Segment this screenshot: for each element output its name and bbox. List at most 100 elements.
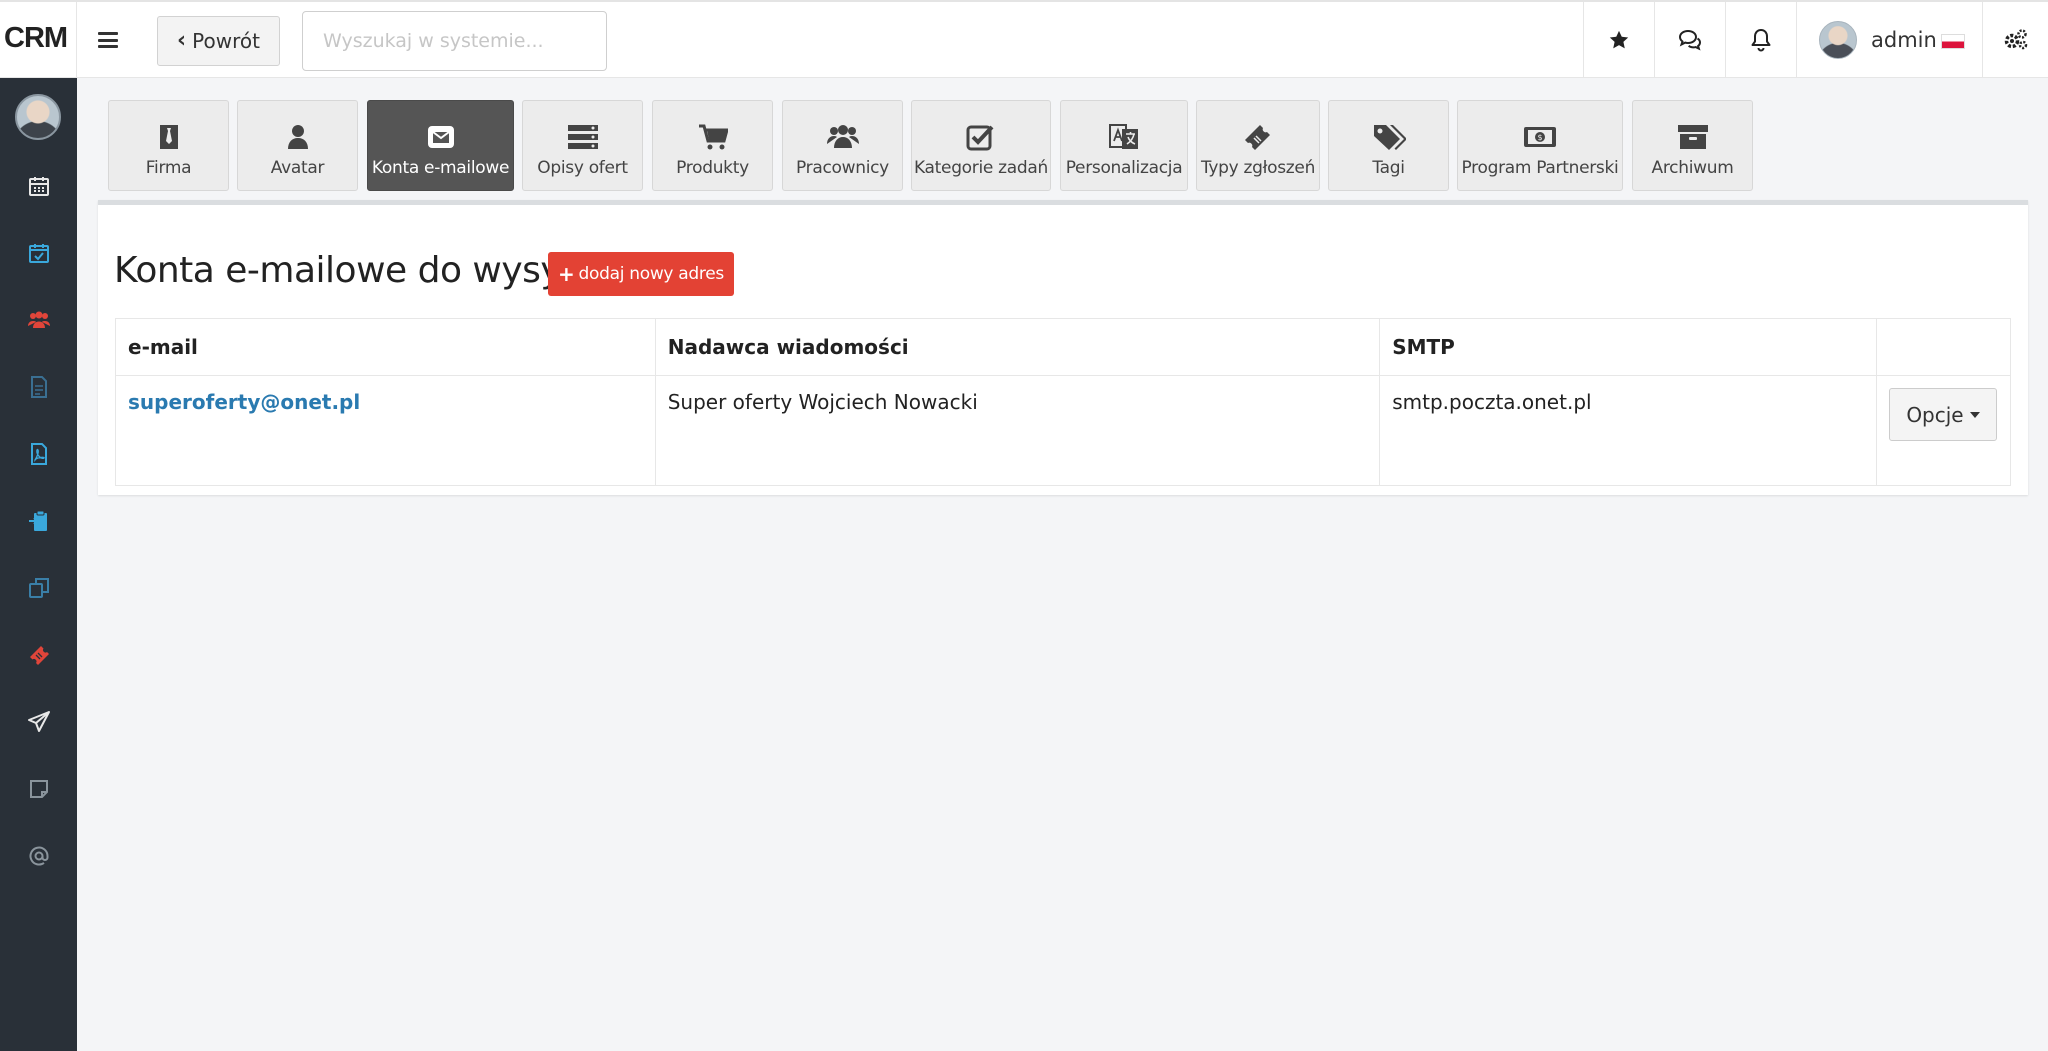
tab-pracownicy[interactable]: Pracownicy <box>782 100 903 191</box>
back-button-label: Powrót <box>192 29 260 53</box>
favorites-button[interactable] <box>1583 2 1654 78</box>
tab-label: Pracownicy <box>796 158 889 178</box>
sidebar-item-email[interactable] <box>0 836 77 876</box>
back-button[interactable]: ‹ Powrót <box>157 16 280 66</box>
plus-icon: + <box>558 262 575 286</box>
tags-icon <box>1373 125 1406 150</box>
caret-down-icon <box>1969 411 1980 418</box>
column-header-actions <box>1875 318 2012 376</box>
sidebar <box>0 78 77 1051</box>
tab-opisy-ofert[interactable]: Opisy ofert <box>522 100 643 191</box>
sidebar-item-calendar[interactable] <box>0 166 77 206</box>
notifications-button[interactable] <box>1725 2 1796 78</box>
sidebar-avatar[interactable] <box>15 94 61 140</box>
table-row: superoferty@onet.pl Super oferty Wojciec… <box>115 375 2012 486</box>
bell-icon <box>1751 29 1771 52</box>
svg-text:$: $ <box>1537 133 1542 142</box>
paper-plane-icon <box>27 711 50 732</box>
tab-program-partnerski[interactable]: $ Program Partnerski <box>1457 100 1623 191</box>
sender-cell: Super oferty Wojciech Nowacki <box>654 375 1381 486</box>
sidebar-item-clients[interactable] <box>0 300 77 340</box>
star-icon <box>1609 30 1629 49</box>
actions-cell: Opcje <box>1875 375 2012 486</box>
tab-label: Tagi <box>1372 158 1405 178</box>
column-header-sender: Nadawca wiadomości <box>654 318 1381 376</box>
tab-personalizacja[interactable]: Personalizacja <box>1060 100 1188 191</box>
tab-label: Produkty <box>676 158 749 178</box>
messages-button[interactable] <box>1654 2 1725 78</box>
translate-icon <box>1109 124 1138 149</box>
add-address-button[interactable]: + dodaj nowy adres <box>548 252 734 296</box>
sidebar-item-copies[interactable] <box>0 568 77 608</box>
clipboard-icon <box>28 510 47 531</box>
tab-label: Konta e-mailowe <box>371 158 510 178</box>
top-bar: CRM ‹ Powrót admin <box>0 0 2048 78</box>
table-header-row: e-mail Nadawca wiadomości SMTP <box>115 318 2012 376</box>
sidebar-item-documents[interactable] <box>0 367 77 407</box>
tab-tagi[interactable]: Tagi <box>1328 100 1449 191</box>
server-icon <box>567 125 598 149</box>
page-title: Konta e-mailowe do wysyłki <box>114 250 601 291</box>
tab-avatar[interactable]: Avatar <box>237 100 358 191</box>
settings-button[interactable] <box>1982 2 2048 78</box>
email-link[interactable]: superoferty@onet.pl <box>128 390 360 414</box>
flag-pl-icon <box>1940 33 1965 49</box>
sidebar-item-tasks[interactable] <box>0 233 77 273</box>
menu-toggle-icon[interactable] <box>98 32 118 48</box>
money-icon: $ <box>1524 127 1556 147</box>
ticket-icon <box>29 646 49 665</box>
avatar <box>1819 21 1857 59</box>
tab-label: Kategorie zadań <box>914 158 1048 178</box>
column-header-email: e-mail <box>115 318 656 376</box>
options-label: Opcje <box>1906 402 1964 427</box>
chevron-left-icon: ‹ <box>177 28 187 53</box>
cogs-icon <box>2004 29 2027 50</box>
tab-firma[interactable]: Firma <box>108 100 229 191</box>
search-input[interactable] <box>302 11 607 71</box>
tie-icon <box>159 125 178 149</box>
check-square-icon <box>966 125 994 151</box>
user-menu[interactable]: admin <box>1796 2 1982 78</box>
comments-icon <box>1678 29 1702 51</box>
file-pdf-icon <box>30 443 47 465</box>
smtp-cell: smtp.poczta.onet.pl <box>1379 375 1877 486</box>
options-dropdown-button[interactable]: Opcje <box>1888 388 1997 441</box>
sidebar-item-mailing[interactable] <box>0 702 77 742</box>
tab-produkty[interactable]: Produkty <box>652 100 773 191</box>
tab-archiwum[interactable]: Archiwum <box>1632 100 1753 191</box>
file-icon <box>30 376 47 398</box>
email-accounts-table: e-mail Nadawca wiadomości SMTP superofer… <box>115 318 2012 486</box>
sidebar-item-orders[interactable] <box>0 501 77 541</box>
tab-typy-zgloszen[interactable]: Typy zgłoszeń <box>1196 100 1320 191</box>
tab-label: Program Partnerski <box>1461 158 1619 178</box>
calendar-icon <box>28 177 49 196</box>
sidebar-item-tickets[interactable] <box>0 635 77 675</box>
archive-icon <box>1677 125 1708 149</box>
users-icon <box>27 311 50 328</box>
user-icon <box>287 125 308 149</box>
sticky-note-icon <box>29 780 48 798</box>
divider <box>76 2 77 78</box>
ticket-icon <box>1245 125 1270 150</box>
sidebar-item-pdf[interactable] <box>0 434 77 474</box>
tab-kategorie-zadan[interactable]: Kategorie zadań <box>911 100 1051 191</box>
app-logo[interactable]: CRM <box>4 22 68 55</box>
email-accounts-panel: Konta e-mailowe do wysyłki + dodaj nowy … <box>98 200 2028 495</box>
user-name: admin <box>1871 28 1965 52</box>
add-address-label: dodaj nowy adres <box>578 264 725 284</box>
tab-label: Opisy ofert <box>537 158 628 178</box>
tab-label: Personalizacja <box>1065 158 1183 178</box>
tab-label: Archiwum <box>1651 158 1734 178</box>
users-icon <box>826 125 859 148</box>
at-icon <box>29 846 48 866</box>
copy-icon <box>28 578 49 598</box>
sidebar-item-notes[interactable] <box>0 769 77 809</box>
tab-konta-e-mailowe[interactable]: Konta e-mailowe <box>367 100 514 191</box>
cart-icon <box>698 124 728 150</box>
email-cell: superoferty@onet.pl <box>115 375 656 486</box>
tab-label: Firma <box>145 158 192 178</box>
tab-label: Typy zgłoszeń <box>1200 158 1316 178</box>
column-header-smtp: SMTP <box>1379 318 1877 376</box>
tab-label: Avatar <box>270 158 325 178</box>
calendar-check-icon <box>28 244 49 263</box>
